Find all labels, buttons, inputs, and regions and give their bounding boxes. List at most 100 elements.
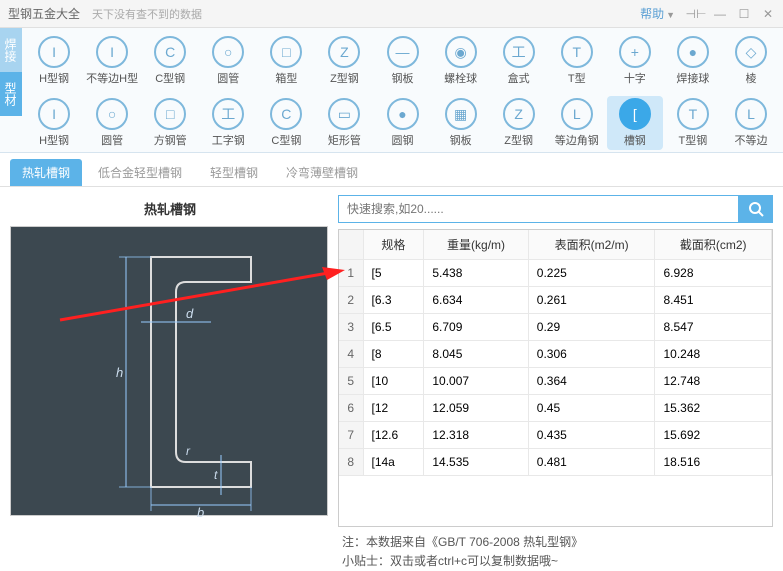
table-cell: 12.748 xyxy=(655,368,772,395)
shape-icon: Z xyxy=(503,98,535,130)
ribbon-label: 圆管 xyxy=(217,70,239,86)
table-cell: 6.709 xyxy=(424,314,528,341)
table-cell: 0.261 xyxy=(528,287,655,314)
table-row[interactable]: 5[1010.0070.36412.748 xyxy=(339,368,772,395)
ribbon-item-H型钢[interactable]: IH型钢 xyxy=(26,96,82,150)
chevron-down-icon: ▼ xyxy=(666,10,675,20)
shape-icon: + xyxy=(619,36,651,68)
ribbon-item-螺栓球[interactable]: ◉螺栓球 xyxy=(433,34,489,88)
table-row[interactable]: 6[1212.0590.4515.362 xyxy=(339,395,772,422)
column-header[interactable]: 表面积(m2/m) xyxy=(528,230,655,260)
row-number: 1 xyxy=(339,260,363,287)
ribbon-item-圆管[interactable]: ○圆管 xyxy=(200,34,256,88)
ribbon-item-箱型[interactable]: □箱型 xyxy=(258,34,314,88)
table-row[interactable]: 4[88.0450.30610.248 xyxy=(339,341,772,368)
search-button[interactable] xyxy=(739,195,773,223)
row-number: 8 xyxy=(339,449,363,476)
maximize-button[interactable]: ☐ xyxy=(737,7,751,21)
app-subtitle: 天下没有查不到的数据 xyxy=(92,6,202,22)
column-header[interactable]: 重量(kg/m) xyxy=(424,230,528,260)
subtab[interactable]: 轻型槽钢 xyxy=(198,159,270,186)
ribbon-item-等边角钢[interactable]: L等边角钢 xyxy=(549,96,605,150)
ribbon-item-十字[interactable]: + 十字 xyxy=(607,34,663,88)
table-cell: 18.516 xyxy=(655,449,772,476)
table-cell: 10.007 xyxy=(424,368,528,395)
ribbon-item-Z型钢[interactable]: ZZ型钢 xyxy=(316,34,372,88)
ribbon-item-工字钢[interactable]: 工工字钢 xyxy=(200,96,256,150)
shape-icon: ◇ xyxy=(735,36,767,68)
close-button[interactable]: ✕ xyxy=(761,7,775,21)
table-cell: 15.362 xyxy=(655,395,772,422)
footer-notes: 注：本数据来自《GB/T 706-2008 热轧型钢》 小贴士：双击或者ctrl… xyxy=(0,527,783,571)
ribbon-item-C型钢[interactable]: CC型钢 xyxy=(142,34,198,88)
ribbon-item-槽钢[interactable]: [槽钢 xyxy=(607,96,663,150)
ribbon-label: 钢板 xyxy=(392,70,414,86)
table-cell: 0.225 xyxy=(528,260,655,287)
shape-icon: ▭ xyxy=(328,98,360,130)
ribbon-item-焊接球[interactable]: ●焊接球 xyxy=(665,34,721,88)
data-table[interactable]: 规格重量(kg/m)表面积(m2/m)截面积(cm2) 1[55.4380.22… xyxy=(338,229,773,527)
ribbon-label: 棱 xyxy=(745,70,756,86)
footer-source: 注：本数据来自《GB/T 706-2008 热轧型钢》 xyxy=(342,533,773,552)
shape-icon: I xyxy=(96,36,128,68)
table-row[interactable]: 7[12.612.3180.43515.692 xyxy=(339,422,772,449)
table-cell: 10.248 xyxy=(655,341,772,368)
shape-icon: C xyxy=(270,98,302,130)
help-link[interactable]: 帮助▼ xyxy=(640,5,675,22)
shape-icon: T xyxy=(561,36,593,68)
row-number: 7 xyxy=(339,422,363,449)
table-row[interactable]: 3[6.56.7090.298.547 xyxy=(339,314,772,341)
ribbon-label: H型钢 xyxy=(39,132,69,148)
ribbon-label: 矩形管 xyxy=(328,132,361,148)
ribbon-item-C型钢[interactable]: CC型钢 xyxy=(258,96,314,150)
ribbon-item-T型[interactable]: TT型 xyxy=(549,34,605,88)
column-header[interactable]: 规格 xyxy=(363,230,424,260)
pin-button[interactable]: ⊣⊢ xyxy=(689,7,703,21)
ribbon-item-钢板[interactable]: ▦钢板 xyxy=(433,96,489,150)
subtabs: 热轧槽钢低合金轻型槽钢轻型槽钢冷弯薄壁槽钢 xyxy=(0,153,783,187)
ribbon-item-方钢管[interactable]: □方钢管 xyxy=(142,96,198,150)
table-row[interactable]: 8[14a14.5350.48118.516 xyxy=(339,449,772,476)
table-row[interactable]: 2[6.36.6340.2618.451 xyxy=(339,287,772,314)
search-input[interactable] xyxy=(338,195,739,223)
table-cell: 6.928 xyxy=(655,260,772,287)
ribbon-label: Z型钢 xyxy=(330,70,359,86)
ribbon-item-H型钢[interactable]: IH型钢 xyxy=(26,34,82,88)
shape-icon: — xyxy=(387,36,419,68)
ribbon-label: 十字 xyxy=(624,70,646,86)
subtab[interactable]: 低合金轻型槽钢 xyxy=(86,159,194,186)
ribbon-item-钢板[interactable]: — 钢板 xyxy=(374,34,430,88)
minimize-button[interactable]: — xyxy=(713,7,727,21)
ribbon-item-不等边[interactable]: L不等边 xyxy=(723,96,779,150)
subtab[interactable]: 热轧槽钢 xyxy=(10,159,82,186)
subtab[interactable]: 冷弯薄壁槽钢 xyxy=(274,159,370,186)
ribbon-item-棱[interactable]: ◇棱 xyxy=(723,34,779,88)
row-number: 6 xyxy=(339,395,363,422)
ribbon-item-不等边H型[interactable]: I不等边H型 xyxy=(84,34,140,88)
titlebar: 型钢五金大全 天下没有查不到的数据 帮助▼ ⊣⊢ — ☐ ✕ xyxy=(0,0,783,28)
ribbon-label: 螺栓球 xyxy=(444,70,477,86)
shape-icon: L xyxy=(735,98,767,130)
ribbon-item-矩形管[interactable]: ▭ 矩形管 xyxy=(316,96,372,150)
shape-icon: 工 xyxy=(503,36,535,68)
panel-title: 热轧槽钢 xyxy=(10,195,330,226)
ribbon-label: 工字钢 xyxy=(212,132,245,148)
table-cell: 8.045 xyxy=(424,341,528,368)
table-cell: 15.692 xyxy=(655,422,772,449)
ribbon-item-T型钢[interactable]: TT型钢 xyxy=(665,96,721,150)
table-row[interactable]: 1[55.4380.2256.928 xyxy=(339,260,772,287)
dim-h: h xyxy=(116,365,123,380)
ribbon-item-盒式[interactable]: 工盒式 xyxy=(491,34,547,88)
shape-icon: □ xyxy=(154,98,186,130)
ribbon-item-Z型钢[interactable]: ZZ型钢 xyxy=(491,96,547,150)
row-number: 5 xyxy=(339,368,363,395)
shape-icon: ● xyxy=(387,98,419,130)
table-cell: 12.318 xyxy=(424,422,528,449)
side-tab-profiles[interactable]: 型材 xyxy=(0,72,22,116)
ribbon-label: 钢板 xyxy=(450,132,472,148)
shape-icon: 工 xyxy=(212,98,244,130)
column-header[interactable]: 截面积(cm2) xyxy=(655,230,772,260)
side-tab-welding[interactable]: 焊接 xyxy=(0,28,22,72)
ribbon-item-圆钢[interactable]: ●圆钢 xyxy=(374,96,430,150)
ribbon-item-圆管[interactable]: ○圆管 xyxy=(84,96,140,150)
